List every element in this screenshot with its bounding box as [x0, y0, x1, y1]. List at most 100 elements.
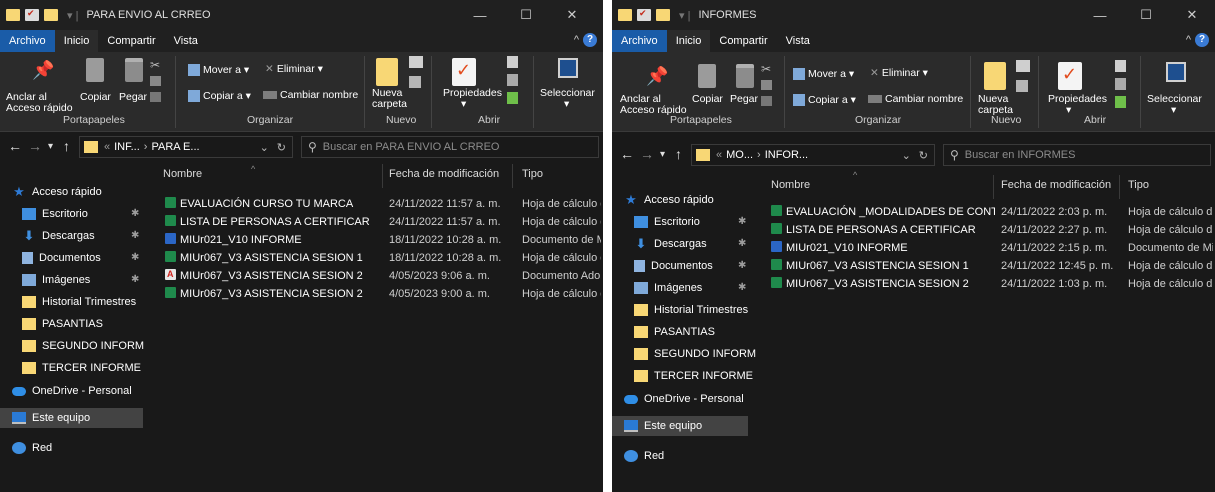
- back-button[interactable]: ←: [620, 146, 634, 162]
- open-icon[interactable]: [507, 56, 518, 68]
- breadcrumb-1[interactable]: MO...: [726, 149, 753, 161]
- up-button[interactable]: ↑: [63, 138, 70, 154]
- search-input[interactable]: ⚲ Buscar en INFORMES: [943, 144, 1211, 166]
- tab-vista[interactable]: Vista: [165, 30, 207, 52]
- delete-button[interactable]: ✕ Eliminar ▾: [265, 64, 323, 75]
- nav-segundo-informe[interactable]: SEGUNDO INFORM: [612, 344, 756, 364]
- file-row[interactable]: MIUr021_V10 INFORME 24/11/2022 2:15 p. m.…: [612, 239, 1215, 257]
- copy-button[interactable]: Copiar: [80, 92, 111, 103]
- address-overflow[interactable]: «: [716, 149, 722, 161]
- paste-button[interactable]: Pegar: [119, 92, 147, 103]
- minimize-button[interactable]: —: [457, 0, 503, 30]
- file-row[interactable]: EVALUACIÓN _MODALIDADES DE CONT... 24/11/…: [612, 203, 1215, 221]
- column-divider[interactable]: [512, 164, 513, 188]
- nav-pasantias[interactable]: PASANTIAS: [0, 314, 103, 334]
- tab-inicio[interactable]: Inicio: [54, 30, 99, 52]
- copy-to-button[interactable]: Copiar a ▾: [793, 94, 856, 106]
- new-item-icon[interactable]: [409, 56, 423, 68]
- paste-shortcut-icon[interactable]: [761, 96, 772, 106]
- help-icon[interactable]: ?: [583, 33, 597, 47]
- column-divider[interactable]: [993, 175, 994, 199]
- address-bar[interactable]: « MO... › INFOR... ⌄ ↻: [691, 144, 935, 166]
- delete-button[interactable]: ✕ Eliminar ▾: [870, 68, 928, 79]
- refresh-icon[interactable]: ↻: [919, 149, 928, 162]
- column-fecha[interactable]: Fecha de modificación: [1001, 179, 1111, 191]
- select-button[interactable]: Seleccionar ▾: [540, 88, 595, 110]
- new-folder-button[interactable]: Nueva carpeta: [978, 94, 1013, 116]
- file-row[interactable]: LISTA DE PERSONAS A CERTIFICAR 24/11/2022…: [0, 213, 603, 231]
- history-icon[interactable]: [507, 92, 518, 104]
- pin-quick-access-button[interactable]: Anclar al Acceso rápido: [6, 92, 73, 114]
- chevron-down-icon[interactable]: ⌄: [902, 149, 911, 162]
- forward-button[interactable]: →: [640, 146, 654, 162]
- copy-button[interactable]: Copiar: [692, 94, 723, 105]
- back-button[interactable]: ←: [8, 138, 22, 154]
- new-item-icon[interactable]: [1016, 60, 1030, 72]
- tab-archivo[interactable]: Archivo: [612, 30, 667, 52]
- cut-icon[interactable]: ✂: [761, 62, 771, 76]
- breadcrumb-1[interactable]: INF...: [114, 141, 140, 153]
- chevron-down-icon[interactable]: ⌄: [260, 141, 269, 154]
- file-row[interactable]: MIUr067_V3 ASISTENCIA SESION 2 4/05/2023 …: [0, 267, 603, 285]
- recent-locations-icon[interactable]: ▾: [48, 141, 53, 152]
- collapse-ribbon-icon[interactable]: ^: [574, 34, 579, 46]
- close-button[interactable]: ✕: [1169, 0, 1215, 30]
- rename-button[interactable]: Cambiar nombre: [263, 90, 358, 101]
- nav-red[interactable]: Red: [0, 438, 52, 458]
- file-name-cell[interactable]: MIUr021_V10 INFORME: [165, 231, 383, 249]
- forward-button[interactable]: →: [28, 138, 42, 154]
- paste-button[interactable]: Pegar: [730, 94, 758, 105]
- address-bar[interactable]: « INF... › PARA E... ⌄ ↻: [79, 136, 293, 158]
- tab-compartir[interactable]: Compartir: [710, 30, 776, 52]
- tab-inicio[interactable]: Inicio: [666, 30, 711, 52]
- column-nombre[interactable]: Nombre: [163, 168, 202, 180]
- file-name-cell[interactable]: MIUr067_V3 ASISTENCIA SESION 1: [771, 257, 995, 275]
- tab-compartir[interactable]: Compartir: [98, 30, 164, 52]
- quick-access-dropdown-icon[interactable]: ▾ |: [679, 9, 690, 22]
- new-folder-quick-icon[interactable]: [44, 9, 58, 21]
- collapse-ribbon-icon[interactable]: ^: [1186, 34, 1191, 46]
- tab-vista[interactable]: Vista: [777, 30, 819, 52]
- column-divider[interactable]: [382, 164, 383, 188]
- help-icon[interactable]: ?: [1195, 33, 1209, 47]
- new-folder-quick-icon[interactable]: [656, 9, 670, 21]
- close-button[interactable]: ✕: [549, 0, 595, 30]
- open-icon[interactable]: [1115, 60, 1126, 72]
- properties-button[interactable]: Propiedades ▾: [1048, 94, 1107, 116]
- edit-icon[interactable]: [1115, 78, 1126, 90]
- edit-icon[interactable]: [507, 74, 518, 86]
- column-divider[interactable]: [1119, 175, 1120, 199]
- nav-historial-trimestres[interactable]: Historial Trimestres: [612, 300, 748, 320]
- easy-access-icon[interactable]: [409, 76, 421, 88]
- properties-button[interactable]: Propiedades ▾: [443, 88, 502, 110]
- maximize-button[interactable]: ☐: [503, 0, 549, 30]
- pin-quick-access-button[interactable]: Anclar al Acceso rápido: [620, 94, 687, 116]
- breadcrumb-2[interactable]: PARA E...: [151, 141, 199, 153]
- easy-access-icon[interactable]: [1016, 80, 1028, 92]
- nav-este-equipo[interactable]: Este equipo: [0, 408, 143, 428]
- rename-button[interactable]: Cambiar nombre: [868, 94, 963, 105]
- cut-icon[interactable]: ✂: [150, 58, 160, 72]
- properties-quick-icon[interactable]: [637, 8, 651, 21]
- paste-shortcut-icon[interactable]: [150, 92, 161, 102]
- file-row[interactable]: MIUr067_V3 ASISTENCIA SESION 1 18/11/2022…: [0, 249, 603, 267]
- copy-to-button[interactable]: Copiar a ▾: [188, 90, 251, 102]
- move-to-button[interactable]: Mover a ▾: [188, 64, 249, 76]
- breadcrumb-2[interactable]: INFOR...: [765, 149, 808, 161]
- minimize-button[interactable]: —: [1077, 0, 1123, 30]
- file-name-cell[interactable]: MIUr067_V3 ASISTENCIA SESION 2: [165, 285, 383, 303]
- select-button[interactable]: Seleccionar ▾: [1147, 94, 1202, 116]
- maximize-button[interactable]: ☐: [1123, 0, 1169, 30]
- file-row[interactable]: LISTA DE PERSONAS A CERTIFICAR 24/11/2022…: [612, 221, 1215, 239]
- file-name-cell[interactable]: EVALUACIÓN CURSO TU MARCA: [165, 195, 383, 213]
- file-name-cell[interactable]: LISTA DE PERSONAS A CERTIFICAR: [771, 221, 995, 239]
- recent-locations-icon[interactable]: ▾: [660, 149, 665, 160]
- nav-tercer-informe[interactable]: TERCER INFORME: [612, 366, 753, 386]
- nav-este-equipo[interactable]: Este equipo: [612, 416, 748, 436]
- copy-path-icon[interactable]: [150, 76, 161, 86]
- nav-onedrive[interactable]: OneDrive - Personal: [0, 381, 132, 401]
- properties-quick-icon[interactable]: [25, 8, 39, 21]
- file-name-cell[interactable]: EVALUACIÓN _MODALIDADES DE CONT...: [771, 203, 995, 221]
- file-row[interactable]: MIUr067_V3 ASISTENCIA SESION 2 4/05/2023 …: [0, 285, 603, 303]
- file-name-cell[interactable]: MIUr021_V10 INFORME: [771, 239, 995, 257]
